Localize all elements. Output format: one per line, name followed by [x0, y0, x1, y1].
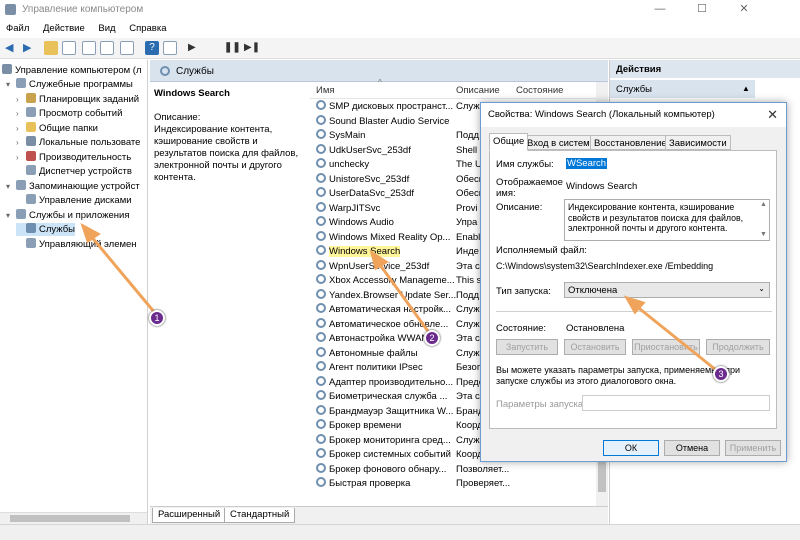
annotation-overlay	[80, 222, 717, 372]
arrow-1-line	[88, 234, 157, 314]
dtab-general[interactable]: Общие	[489, 133, 529, 151]
arrow-2-head	[369, 249, 389, 271]
arrow-2-line	[376, 261, 432, 335]
badge-3: 3	[713, 366, 729, 382]
arrow-3-line	[634, 303, 717, 372]
badge-1: 1	[149, 310, 165, 326]
arrow-1-head	[80, 222, 101, 244]
badge-2: 2	[424, 330, 440, 346]
